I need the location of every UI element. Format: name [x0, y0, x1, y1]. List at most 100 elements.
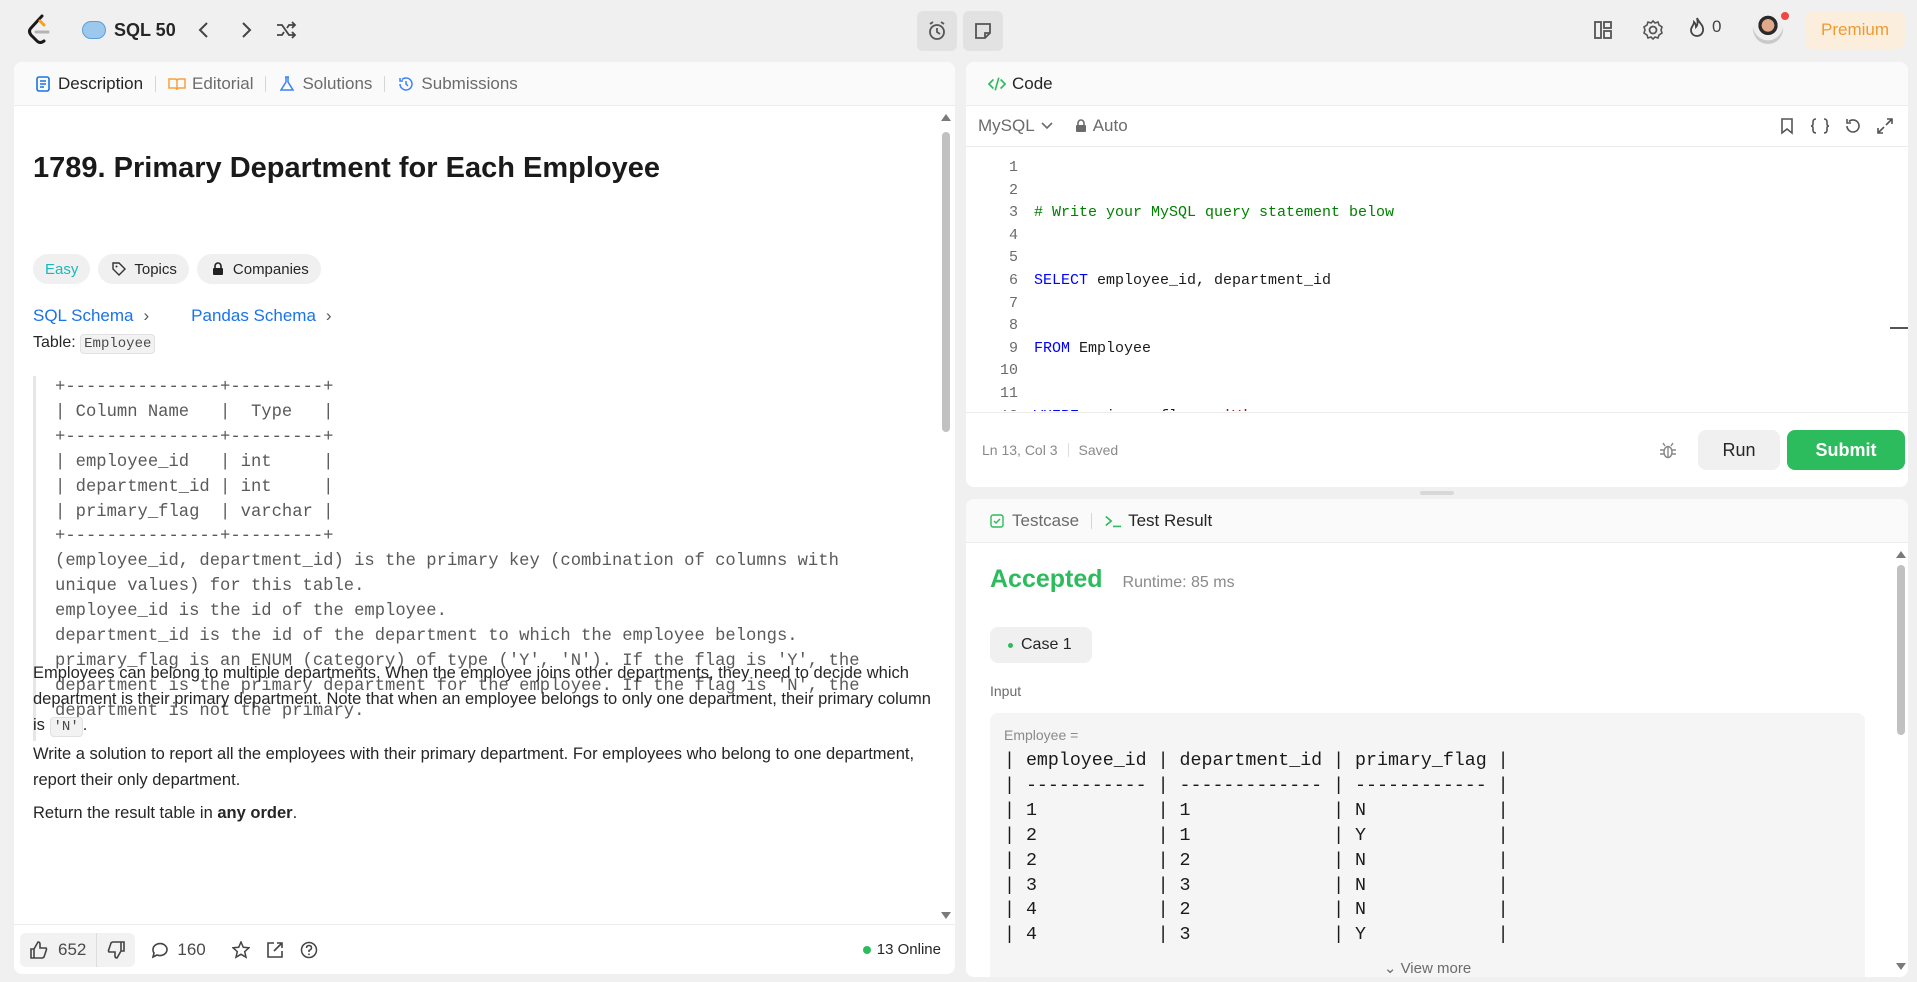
test-result-panel: Testcase Test Result Accepted Runtime: 8…	[966, 499, 1908, 977]
top-navbar: SQL 50 0 Premium	[0, 0, 1917, 60]
streak-count: 0	[1712, 17, 1722, 36]
lock-icon	[1075, 119, 1086, 132]
book-icon	[168, 75, 186, 93]
tag-icon	[110, 260, 128, 278]
editor-actions	[1778, 117, 1894, 135]
shuffle-icon[interactable]	[270, 14, 302, 46]
case-1-tab[interactable]: Case 1	[990, 627, 1092, 663]
tab-submissions-label: Submissions	[421, 73, 518, 93]
accepted-status: Accepted	[990, 565, 1103, 593]
tab-divider	[384, 75, 386, 92]
tab-editorial[interactable]: Editorial	[162, 74, 259, 94]
debug-bug-icon[interactable]	[1658, 441, 1678, 461]
expand-icon[interactable]	[1876, 117, 1894, 135]
premium-button[interactable]: Premium	[1805, 11, 1905, 49]
language-value: MySQL	[978, 116, 1035, 135]
scroll-up-icon[interactable]	[1896, 551, 1906, 558]
scroll-up-icon[interactable]	[941, 114, 951, 121]
case-pass-dot	[1008, 642, 1013, 648]
pandas-schema-label: Pandas Schema	[191, 306, 316, 325]
line-number: 8	[1008, 317, 1018, 335]
tab-description[interactable]: Description	[28, 74, 149, 94]
save-status: Saved	[1078, 442, 1119, 458]
scroll-down-icon[interactable]	[941, 912, 951, 919]
online-indicator: 13 Online	[862, 941, 941, 958]
tab-test-result[interactable]: Test Result	[1098, 511, 1218, 531]
result-scrollbar[interactable]	[1894, 543, 1908, 977]
thumbs-up-icon	[30, 940, 48, 959]
description-panel: Description Editorial Solutions Submissi…	[14, 62, 955, 974]
chevron-right-icon: ›	[143, 306, 150, 325]
view-more-label: View more	[1400, 960, 1472, 977]
companies-badge[interactable]: Companies	[196, 254, 321, 284]
status-divider	[1067, 443, 1069, 457]
terminal-icon	[1104, 512, 1122, 530]
result-body: Accepted Runtime: 85 ms Case 1 Input Emp…	[990, 543, 1880, 977]
streak-counter[interactable]: 0	[1688, 16, 1721, 38]
companies-label: Companies	[232, 260, 309, 278]
tab-testcase[interactable]: Testcase	[982, 511, 1085, 531]
settings-gear-icon[interactable]	[1637, 14, 1669, 46]
tab-editorial-label: Editorial	[192, 73, 254, 93]
description-scrollbar[interactable]	[939, 106, 953, 924]
help-button[interactable]	[300, 941, 318, 959]
timer-icon[interactable]	[917, 11, 957, 51]
favorite-button[interactable]	[231, 940, 250, 959]
bookmark-icon[interactable]	[1778, 117, 1796, 135]
pandas-schema-link[interactable]: Pandas Schema ›	[191, 306, 331, 326]
format-braces-icon[interactable]	[1810, 117, 1830, 135]
editor-status-bar: Ln 13, Col 3 Saved Run Submit	[966, 412, 1908, 487]
sql50-cloud-icon	[82, 21, 106, 39]
tab-solutions[interactable]: Solutions	[272, 74, 378, 94]
leetcode-logo-icon[interactable]	[26, 14, 54, 46]
scrollbar-thumb[interactable]	[942, 132, 950, 432]
reset-icon[interactable]	[1844, 117, 1862, 135]
comment-icon	[152, 942, 169, 958]
code-line: SELECT employee_id, department_id	[1034, 271, 1332, 289]
line-numbers: 123456789101112	[966, 157, 1018, 411]
result-tabs: Testcase Test Result	[966, 499, 1908, 543]
description-tabs: Description Editorial Solutions Submissi…	[14, 62, 955, 106]
tab-submissions[interactable]: Submissions	[391, 74, 523, 94]
notes-icon[interactable]	[963, 11, 1003, 51]
line-number: 12	[966, 406, 1018, 411]
prev-problem-icon[interactable]	[188, 14, 220, 46]
scroll-down-icon[interactable]	[1896, 963, 1906, 970]
tab-code[interactable]: Code	[982, 74, 1059, 94]
run-button[interactable]: Run	[1698, 430, 1780, 470]
downvote-button[interactable]	[96, 932, 135, 967]
case-label: Case 1	[1021, 636, 1072, 653]
layout-grid-icon[interactable]	[1587, 14, 1619, 46]
problem-title[interactable]: 1789. Primary Department for Each Employ…	[33, 152, 660, 185]
comments-button[interactable]: 160	[151, 940, 206, 960]
panel-resize-handle[interactable]	[1420, 491, 1454, 495]
share-button[interactable]	[266, 941, 284, 959]
user-avatar[interactable]	[1753, 12, 1789, 44]
language-select[interactable]: MySQL	[978, 116, 1053, 136]
paragraph-1-code: 'N'	[49, 717, 83, 737]
upvote-button[interactable]: 652	[20, 940, 96, 960]
description-paragraph-1: Employees can belong to multiple departm…	[33, 660, 933, 740]
code-lines[interactable]: # Write your MySQL query statement below…	[1034, 157, 1394, 411]
line-number: 7	[1008, 294, 1018, 312]
code-editor[interactable]: 123456789101112 # Write your MySQL query…	[966, 146, 1908, 411]
paragraph-3-period: .	[292, 804, 298, 822]
input-variable-name: Employee =	[1004, 727, 1079, 743]
view-more-button[interactable]: ⌄ View more	[990, 959, 1865, 977]
problem-list-button[interactable]: SQL 50	[82, 14, 176, 46]
next-problem-icon[interactable]	[230, 14, 262, 46]
tab-divider	[265, 75, 267, 92]
chevron-right-icon: ›	[325, 306, 332, 325]
topics-badge[interactable]: Topics	[98, 254, 189, 284]
flask-icon	[278, 75, 296, 93]
scrollbar-thumb[interactable]	[1897, 565, 1905, 735]
submit-button[interactable]: Submit	[1787, 430, 1905, 470]
line-number: 2	[1008, 181, 1018, 199]
sql-schema-link[interactable]: SQL Schema ›	[33, 306, 149, 326]
code-panel: Code MySQL Auto 123456789101112 # Write …	[966, 62, 1908, 487]
thumbs-down-icon	[108, 940, 126, 959]
line-number: 3	[1008, 204, 1018, 222]
auto-mode-toggle[interactable]: Auto	[1075, 116, 1128, 136]
description-footer: 652 160 13 Online	[14, 924, 955, 974]
notification-dot	[1781, 12, 1789, 20]
